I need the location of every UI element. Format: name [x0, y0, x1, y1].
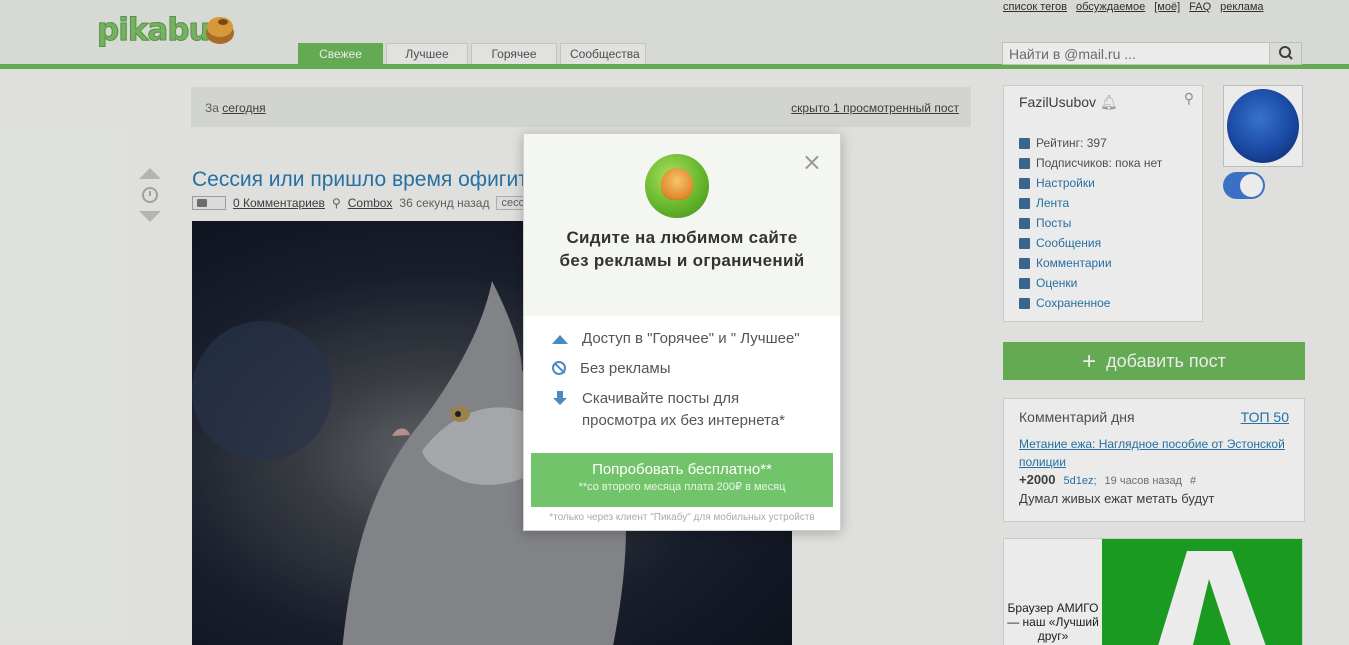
try-free-button[interactable]: Попробовать бесплатно** **со второго мес… [531, 453, 833, 507]
modal-title: Сидите на любимом сайте без рекламы и ог… [524, 226, 840, 272]
try-free-subtext: **со второго месяца плата 200₽ в месяц [578, 481, 786, 493]
arrow-up-icon [552, 331, 568, 347]
try-free-label: Попробовать бесплатно** [592, 461, 772, 478]
feature-item: Скачивайте посты для просмотра их без ин… [552, 388, 812, 432]
feature-text: Без рекламы [580, 360, 671, 377]
subscription-modal: × Сидите на любимом сайте без рекламы и … [523, 133, 841, 531]
feature-list: Доступ в "Горячее" и " Лучшее" Без рекла… [552, 328, 812, 440]
modal-title-line1: Сидите на любимом сайте [566, 228, 798, 247]
feature-text: Доступ в "Горячее" и " Лучшее" [582, 330, 800, 347]
modal-title-line2: без рекламы и ограничений [559, 251, 805, 270]
modal-footnote: *только через клиент "Пикабу" для мобиль… [549, 512, 815, 523]
close-icon[interactable]: × [802, 150, 822, 174]
feature-item: Доступ в "Горячее" и " Лучшее" [552, 328, 812, 350]
muffin-icon [645, 154, 709, 218]
no-ads-icon [552, 361, 566, 375]
download-icon [552, 391, 568, 407]
feature-text: Скачивайте посты для просмотра их без ин… [582, 390, 785, 429]
feature-item: Без рекламы [552, 358, 812, 380]
